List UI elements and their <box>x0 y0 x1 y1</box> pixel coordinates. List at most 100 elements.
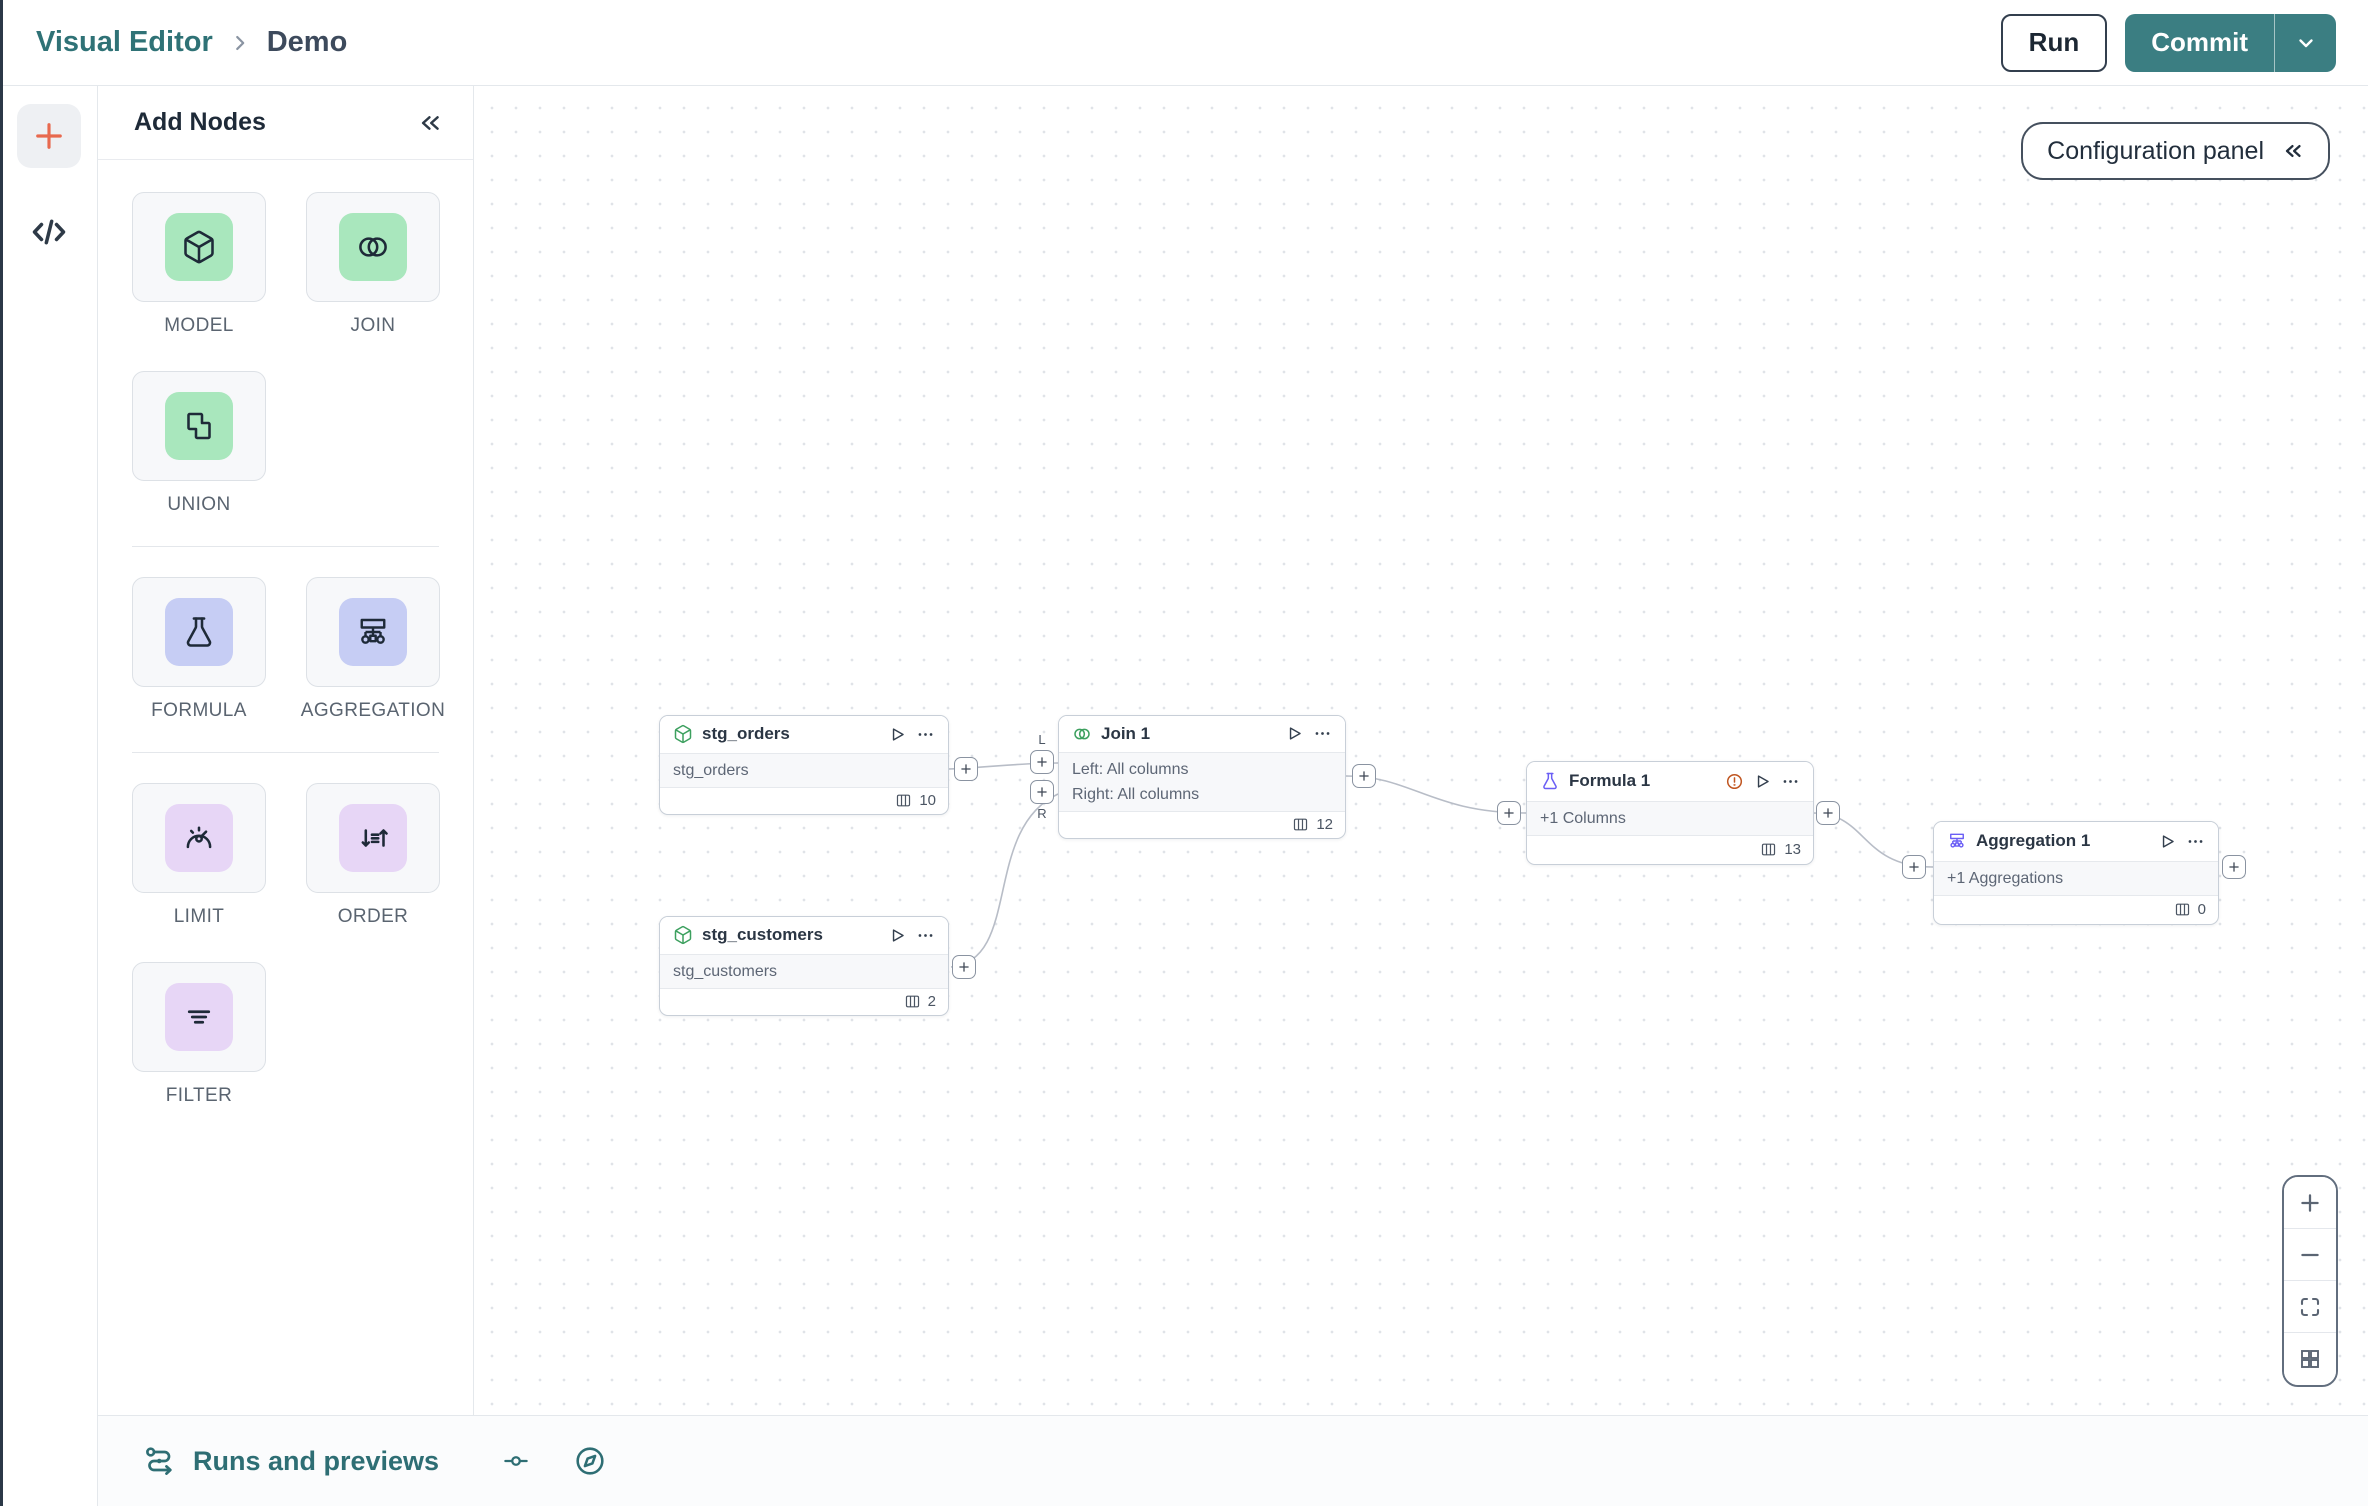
grid-icon <box>2298 1347 2322 1371</box>
input-handle-formula[interactable] <box>1497 801 1521 825</box>
fit-view-button[interactable] <box>2284 1281 2336 1333</box>
join-right-summary: Right: All columns <box>1072 785 1200 803</box>
columns-icon <box>904 993 921 1010</box>
palette-divider <box>132 546 439 547</box>
warning-icon <box>1725 772 1744 791</box>
node-formula-1[interactable]: Formula 1 +1 Columns 13 <box>1526 761 1814 865</box>
output-handle-formula[interactable] <box>1816 801 1840 825</box>
node-menu-button[interactable] <box>2186 832 2205 851</box>
input-handle-join-right[interactable] <box>1030 780 1054 804</box>
node-aggregation-1[interactable]: Aggregation 1 +1 Aggregations 0 <box>1933 821 2219 925</box>
output-handle-aggregation[interactable] <box>2222 855 2246 879</box>
explore-button[interactable] <box>573 1444 607 1478</box>
join-left-port-label: L <box>1038 732 1046 747</box>
palette-item-union[interactable]: UNION <box>132 371 266 516</box>
configuration-panel-label: Configuration panel <box>2047 136 2264 165</box>
node-play-button[interactable] <box>888 725 907 744</box>
minimap-button[interactable] <box>2284 1333 2336 1385</box>
runs-and-previews-button[interactable]: Runs and previews <box>142 1443 439 1479</box>
node-body: +1 Aggregations <box>1934 860 2218 896</box>
columns-icon <box>1292 816 1309 833</box>
node-footer: 0 <box>1934 896 2218 924</box>
node-stg-orders[interactable]: stg_orders stg_orders 10 <box>659 715 949 815</box>
node-header: Join 1 <box>1059 716 1345 752</box>
minus-icon <box>2297 1242 2323 1268</box>
code-view-button[interactable] <box>17 206 81 258</box>
join-right-port-label: R <box>1037 806 1047 821</box>
add-nodes-header: Add Nodes <box>98 86 473 160</box>
hierarchy-icon <box>1947 831 1967 851</box>
node-menu-button[interactable] <box>1313 724 1332 743</box>
palette-item-filter[interactable]: FILTER <box>132 962 266 1107</box>
output-handle-stg-orders[interactable] <box>954 757 978 781</box>
palette-item-aggregation[interactable]: AGGREGATION <box>301 577 445 722</box>
left-icon-rail <box>0 86 98 1506</box>
plus-icon <box>31 118 67 154</box>
commit-node-button[interactable] <box>501 1446 531 1476</box>
node-play-button[interactable] <box>1753 772 1772 791</box>
node-stg-customers[interactable]: stg_customers stg_customers 2 <box>659 916 949 1016</box>
node-join-1[interactable]: Join 1 Left: All columns Right: All colu… <box>1058 715 1346 839</box>
palette-divider <box>132 752 439 753</box>
palette-item-join[interactable]: JOIN <box>306 192 440 337</box>
node-body: stg_orders <box>660 752 948 788</box>
columns-icon <box>895 792 912 809</box>
top-header: Visual Editor Demo Run Commit <box>0 0 2368 86</box>
palette-item-limit[interactable]: LIMIT <box>132 783 266 928</box>
node-header: Aggregation 1 <box>1934 822 2218 861</box>
node-title: Join 1 <box>1101 723 1151 743</box>
columns-icon <box>2174 901 2191 918</box>
configuration-panel-button[interactable]: Configuration panel <box>2021 122 2330 180</box>
code-icon <box>29 212 69 252</box>
union-shapes-icon <box>165 392 233 460</box>
commit-dropdown-button[interactable] <box>2274 13 2336 72</box>
palette-item-label: UNION <box>167 494 231 515</box>
zoom-out-button[interactable] <box>2284 1229 2336 1281</box>
cube-icon <box>673 724 693 744</box>
palette-item-label: FORMULA <box>151 700 247 721</box>
chevron-down-icon <box>2294 31 2318 55</box>
breadcrumb-chevron-icon <box>229 32 251 54</box>
column-count: 10 <box>919 792 936 810</box>
collapse-panel-button[interactable] <box>415 108 445 138</box>
palette-group-refine: LIMIT ORDER FILTER <box>132 783 440 1107</box>
node-subtitle: +1 Aggregations <box>1947 869 2064 887</box>
palette-item-label: MODEL <box>164 315 234 336</box>
runs-and-previews-label: Runs and previews <box>193 1445 440 1476</box>
output-handle-join[interactable] <box>1352 764 1376 788</box>
canvas-controls <box>2282 1175 2338 1387</box>
node-menu-button[interactable] <box>1781 772 1800 791</box>
chevrons-left-icon <box>2280 138 2306 164</box>
flask-icon <box>1540 771 1560 791</box>
node-play-button[interactable] <box>2158 832 2177 851</box>
flow-canvas[interactable]: Configuration panel stg_orders stg_order… <box>474 86 2368 1415</box>
node-play-button[interactable] <box>888 926 907 945</box>
palette-item-formula[interactable]: FORMULA <box>132 577 266 722</box>
gauge-icon <box>165 804 233 872</box>
node-subtitle: stg_customers <box>673 962 778 980</box>
output-handle-stg-customers[interactable] <box>952 955 976 979</box>
node-subtitle: +1 Columns <box>1540 809 1626 827</box>
add-nodes-tab-button[interactable] <box>16 104 81 168</box>
add-nodes-panel: Add Nodes MODEL JOIN UNION FORMULA AGGRE… <box>98 86 474 1415</box>
node-subtitle: stg_orders <box>673 761 749 779</box>
run-button[interactable]: Run <box>2000 13 2108 72</box>
palette-item-label: AGGREGATION <box>300 700 446 721</box>
commit-button[interactable]: Commit <box>2125 13 2274 72</box>
plus-icon <box>2297 1190 2323 1216</box>
node-menu-button[interactable] <box>916 725 935 744</box>
input-handle-join-left[interactable] <box>1030 750 1054 774</box>
palette-item-order[interactable]: ORDER <box>306 783 440 928</box>
breadcrumb-visual-editor[interactable]: Visual Editor <box>36 26 213 59</box>
node-body: +1 Columns <box>1527 800 1813 836</box>
node-footer: 2 <box>660 989 948 1015</box>
node-menu-button[interactable] <box>916 926 935 945</box>
add-nodes-title: Add Nodes <box>134 108 266 136</box>
zoom-in-button[interactable] <box>2284 1177 2336 1229</box>
input-handle-aggregation[interactable] <box>1902 855 1926 879</box>
column-count: 13 <box>1784 841 1801 859</box>
palette-item-label: ORDER <box>337 906 409 927</box>
venn-icon <box>1072 724 1092 744</box>
node-play-button[interactable] <box>1285 724 1304 743</box>
palette-item-model[interactable]: MODEL <box>132 192 266 337</box>
